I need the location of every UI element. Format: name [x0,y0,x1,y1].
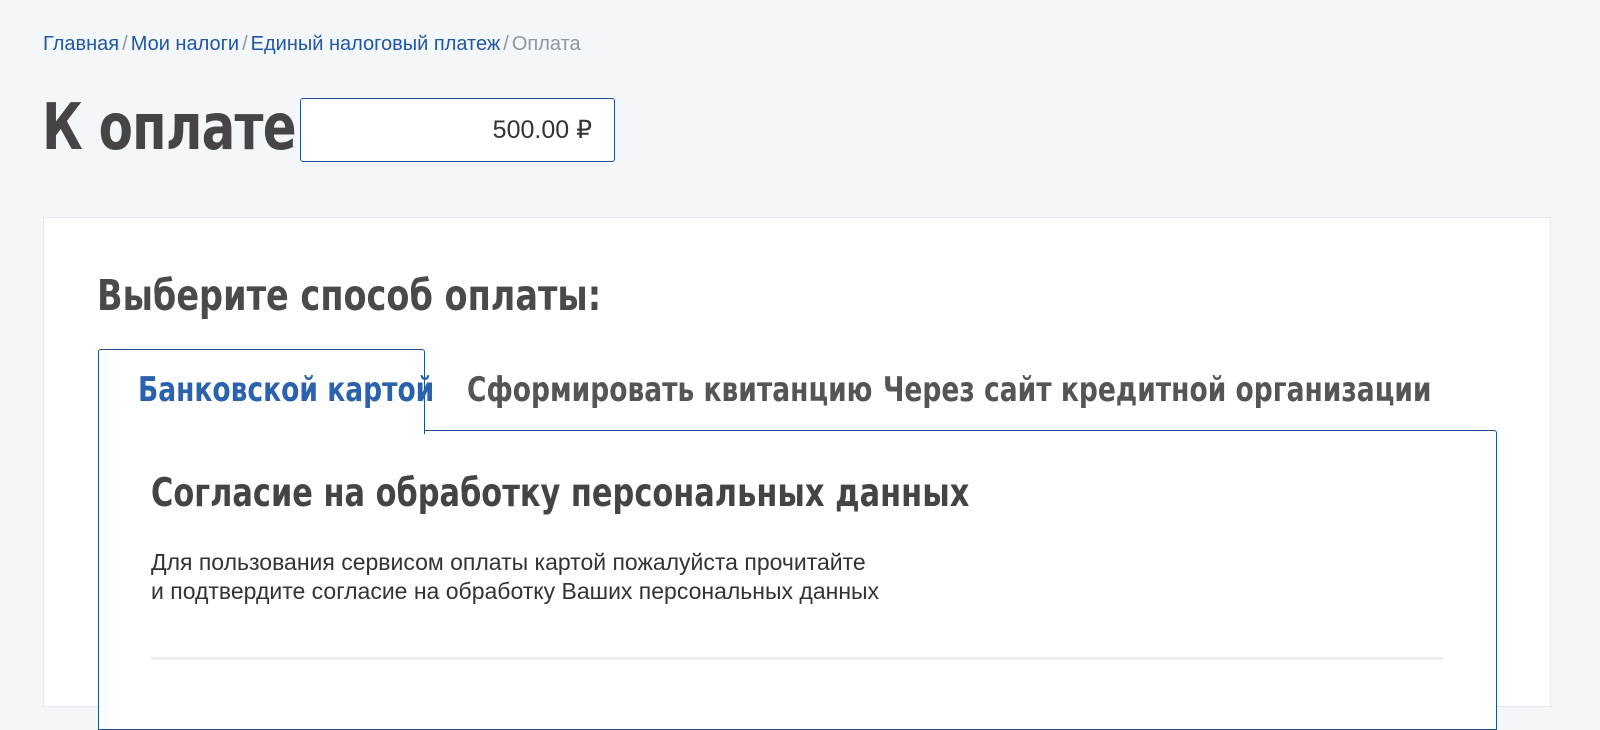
breadcrumb-link-my-taxes[interactable]: Мои налоги [131,33,239,55]
consent-title: Согласие на обработку персональных данны… [151,471,970,516]
consent-description-line: Для пользования сервисом оплаты картой п… [151,549,866,575]
breadcrumb-link-home[interactable]: Главная [43,33,119,55]
tab-generate-receipt[interactable]: Сформировать квитанцию [467,370,872,410]
breadcrumb-link-unified-tax-payment[interactable]: Единый налоговый платеж [251,33,501,55]
tab-bank-card[interactable]: Банковской картой [138,370,434,410]
breadcrumb-current: Оплата [511,33,581,55]
breadcrumb: Главная / Мои налоги / Единый налоговый плат… [43,31,581,57]
divider [151,657,1443,660]
breadcrumb-separator: / [242,33,248,55]
payment-method-title: Выберите способ оплаты: [97,271,602,321]
page-title: К оплате: [42,91,316,165]
tab-credit-organization-site[interactable]: Через сайт кредитной организации [883,370,1432,410]
breadcrumb-separator: / [122,33,128,55]
amount-input[interactable]: 500.00 ₽ [300,98,615,162]
consent-description: Для пользования сервисом оплаты картой п… [151,548,879,606]
breadcrumb-separator: / [503,33,509,55]
consent-description-line: и подтвердите согласие на обработку Ваши… [151,578,880,604]
